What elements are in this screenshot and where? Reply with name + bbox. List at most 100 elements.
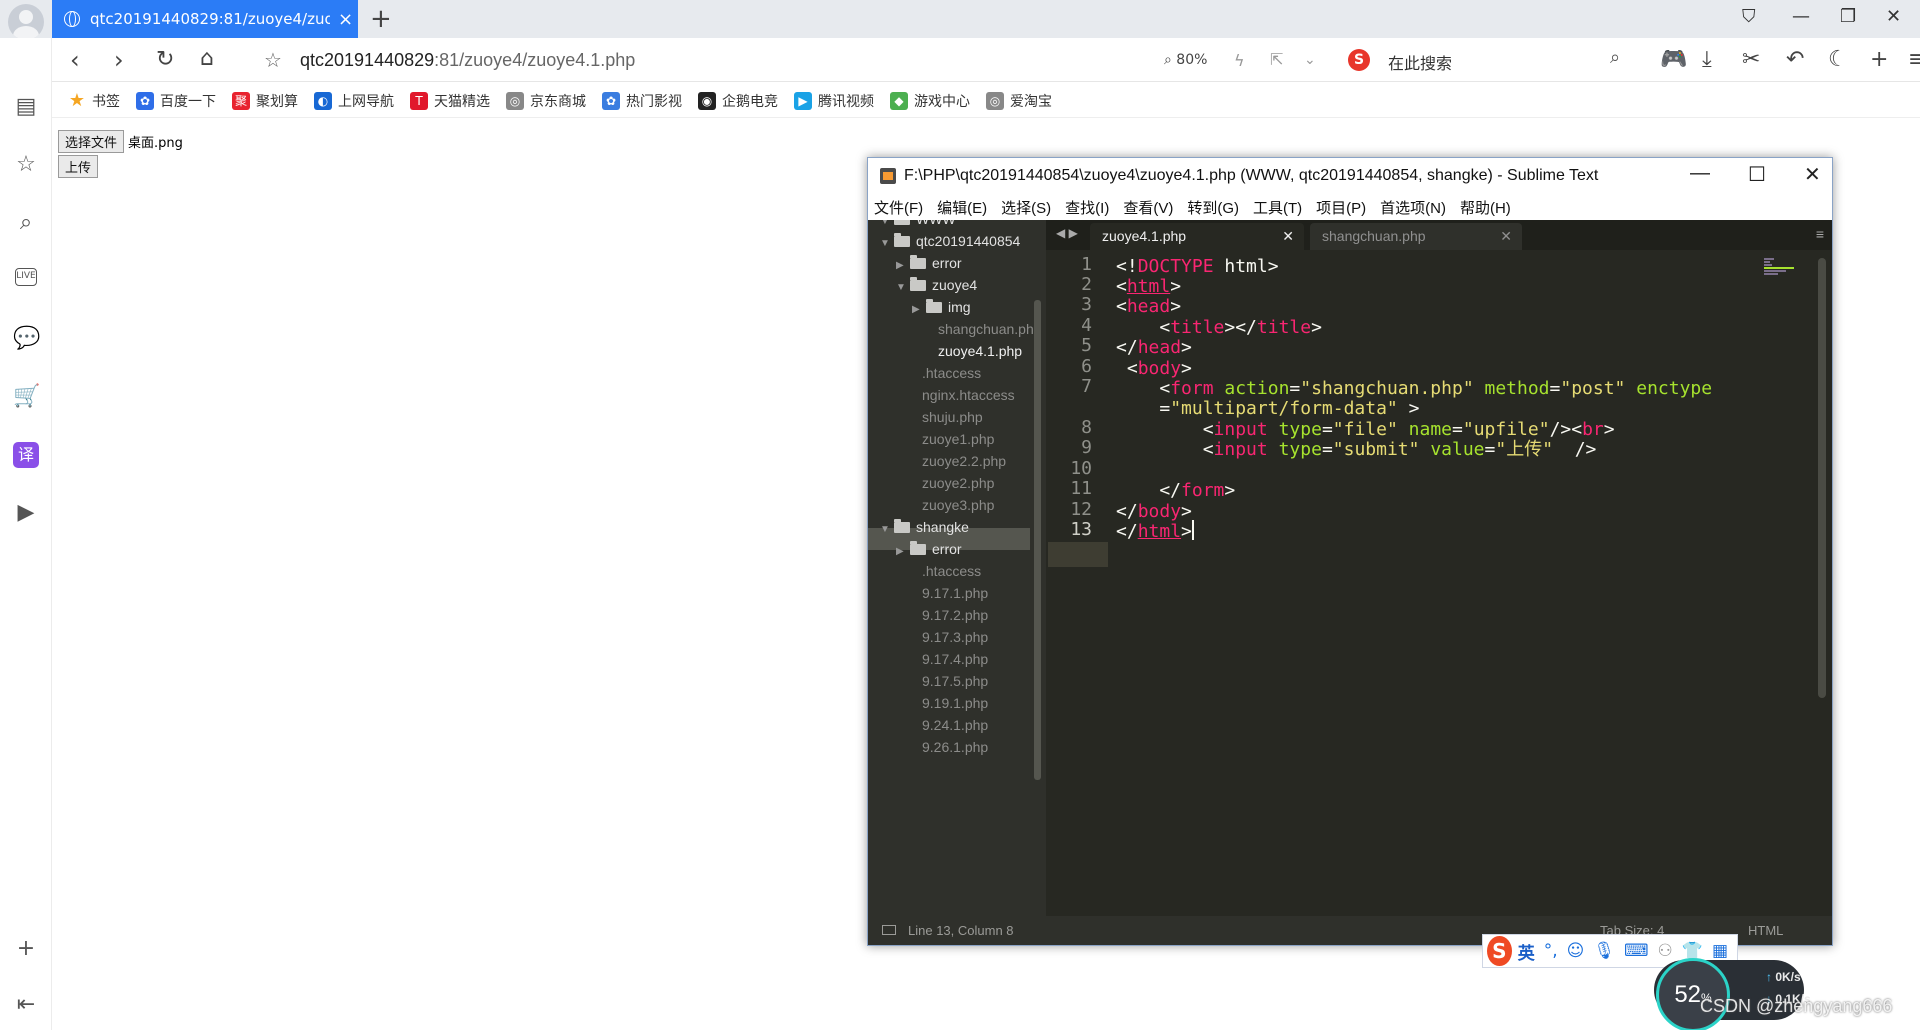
choose-file-button[interactable]: 选择文件: [58, 130, 125, 153]
chevron-down-icon[interactable]: ⌄: [1304, 52, 1316, 68]
keyboard-icon[interactable]: ⌨: [1624, 941, 1649, 961]
tree-file-item[interactable]: 9.17.1.php: [922, 582, 988, 604]
url-field[interactable]: qtc20191440829:81/zuoye4/zuoye4.1.php: [300, 50, 635, 71]
tree-folder-item[interactable]: ▼WWW: [880, 220, 956, 230]
tree-file-item[interactable]: shangchuan.php: [938, 318, 1042, 340]
video-player-icon[interactable]: ▶: [13, 500, 39, 526]
microphone-icon[interactable]: 🎙: [1593, 941, 1615, 961]
undo-icon[interactable]: ↶: [1786, 47, 1804, 72]
monitor-icon[interactable]: [882, 925, 896, 935]
sublime-menu-item[interactable]: 项目(P): [1316, 197, 1366, 218]
tree-file-item[interactable]: .htaccess: [922, 560, 981, 582]
tree-file-item[interactable]: 9.17.5.php: [922, 670, 988, 692]
ime-language-toggle[interactable]: 英: [1518, 939, 1535, 964]
share-icon[interactable]: ⇱: [1270, 50, 1283, 69]
tree-file-item[interactable]: zuoye4.1.php: [938, 340, 1022, 362]
editor-scrollbar[interactable]: [1818, 258, 1826, 698]
shirt-skin-icon[interactable]: ⛉: [1742, 6, 1756, 27]
sogou-ime-logo[interactable]: S: [1487, 936, 1512, 966]
tree-file-item[interactable]: 9.26.1.php: [922, 736, 988, 758]
sublime-menu-item[interactable]: 选择(S): [1001, 197, 1051, 218]
memory-usage-gauge[interactable]: 52%: [1656, 958, 1730, 1030]
collapse-sidebar-icon[interactable]: ⇤: [13, 992, 39, 1018]
tree-file-item[interactable]: nginx.htaccess: [922, 384, 1015, 406]
sublime-menu-item[interactable]: 首选项(N): [1380, 197, 1446, 218]
bookmark-item[interactable]: ◎ 爱淘宝: [986, 91, 1052, 111]
scissors-icon[interactable]: ✂: [1742, 47, 1760, 72]
star-bookmark-icon[interactable]: ☆: [264, 48, 282, 72]
sublime-menu-item[interactable]: 帮助(H): [1460, 197, 1511, 218]
flash-icon[interactable]: ϟ: [1234, 51, 1245, 70]
minimize-button[interactable]: —: [1792, 6, 1810, 27]
search-input[interactable]: 在此搜索: [1388, 50, 1452, 74]
minimap[interactable]: [1764, 258, 1804, 288]
game-controller-icon[interactable]: 🎮: [1660, 47, 1687, 72]
tree-folder-item[interactable]: ▶ img: [912, 296, 971, 318]
home-icon[interactable]: ⌂: [200, 46, 214, 71]
sublime-maximize-button[interactable]: ☐: [1748, 162, 1766, 187]
tree-folder-item[interactable]: ▼ zuoye4: [896, 274, 977, 296]
sublime-menu-item[interactable]: 工具(T): [1253, 197, 1302, 218]
chevron-down-icon[interactable]: ▼: [880, 233, 890, 255]
tree-file-item[interactable]: .htaccess: [922, 362, 981, 384]
close-icon[interactable]: ✕: [1500, 223, 1512, 249]
tree-file-item[interactable]: zuoye2.2.php: [922, 450, 1006, 472]
chevron-right-icon[interactable]: ▶: [896, 541, 906, 563]
bookmark-item[interactable]: ✿ 热门影视: [602, 91, 682, 111]
tree-file-item[interactable]: zuoye1.php: [922, 428, 994, 450]
sublime-close-button[interactable]: ✕: [1804, 162, 1821, 187]
reload-icon[interactable]: ↻: [156, 47, 174, 72]
tab-overflow-menu-icon[interactable]: ≡: [1816, 226, 1824, 242]
zoom-indicator[interactable]: ⌕ 80%: [1164, 52, 1207, 68]
browser-tab-active[interactable]: qtc20191440829:81/zuoye4/zuoye4.1.php ×: [52, 0, 358, 38]
tab-nav-arrows-icon[interactable]: ◀ ▶: [1056, 226, 1078, 240]
sublime-menu-item[interactable]: 查看(V): [1123, 197, 1173, 218]
sublime-menu-item[interactable]: 文件(F): [874, 197, 923, 218]
add-icon[interactable]: +: [1870, 47, 1888, 72]
tree-file-item[interactable]: 9.17.3.php: [922, 626, 988, 648]
punctuation-icon[interactable]: °,: [1544, 941, 1558, 961]
night-mode-icon[interactable]: ☾: [1828, 47, 1848, 72]
shopping-cart-icon[interactable]: 🛒: [13, 384, 40, 410]
sidebar-scrollbar[interactable]: [1034, 300, 1041, 780]
tree-file-item[interactable]: shuju.php: [922, 406, 983, 428]
new-tab-button[interactable]: +: [370, 4, 392, 34]
sidebar-add-icon[interactable]: +: [13, 936, 39, 962]
tree-folder-item[interactable]: ▶ error: [896, 252, 962, 274]
tree-file-item[interactable]: 9.24.1.php: [922, 714, 988, 736]
tree-folder-item[interactable]: ▶ error: [896, 538, 962, 560]
editor-tab-zuoye4[interactable]: zuoye4.1.php ✕: [1090, 223, 1304, 250]
emoji-icon[interactable]: ☺: [1567, 941, 1585, 961]
forward-icon[interactable]: ›: [114, 46, 124, 74]
tree-file-item[interactable]: zuoye3.php: [922, 494, 994, 516]
syntax-indicator[interactable]: HTML: [1748, 916, 1783, 945]
bookmark-item[interactable]: ★ 书签: [68, 91, 120, 111]
user-icon[interactable]: ⚇: [1658, 941, 1673, 961]
tree-file-item[interactable]: 9.17.4.php: [922, 648, 988, 670]
bookmark-item[interactable]: ◐ 上网导航: [314, 91, 394, 111]
sublime-menu-item[interactable]: 查找(I): [1065, 197, 1109, 218]
live-icon[interactable]: LIVE: [15, 268, 37, 286]
tab-close-button[interactable]: ×: [338, 9, 353, 30]
close-icon[interactable]: ✕: [1282, 223, 1294, 249]
chevron-down-icon[interactable]: ▼: [896, 277, 906, 299]
sublime-menu-item[interactable]: 编辑(E): [937, 197, 987, 218]
translate-icon[interactable]: 译: [13, 442, 39, 468]
search-box[interactable]: S 在此搜索 ⌕: [1348, 47, 1630, 75]
upload-submit-button[interactable]: 上传: [58, 155, 99, 178]
bookmark-item[interactable]: ▶ 腾讯视频: [794, 91, 874, 111]
bookmark-item[interactable]: ◉ 企鹅电竞: [698, 91, 778, 111]
tree-file-item[interactable]: 9.19.1.php: [922, 692, 988, 714]
back-icon[interactable]: ‹: [70, 46, 80, 74]
tree-file-item[interactable]: 9.17.2.php: [922, 604, 988, 626]
reading-list-icon[interactable]: ▤: [13, 94, 39, 120]
tree-folder-item[interactable]: ▼ qtc20191440854: [880, 230, 1020, 252]
toolbox-grid-icon[interactable]: ▦: [1712, 941, 1728, 961]
favorites-star-icon[interactable]: ☆: [13, 152, 39, 178]
menu-icon[interactable]: ≡: [1908, 47, 1920, 72]
bookmark-item[interactable]: ◎ 京东商城: [506, 91, 586, 111]
tree-folder-item[interactable]: ▼ shangke: [880, 516, 969, 538]
search-sidebar-icon[interactable]: ⌕: [13, 210, 39, 236]
chevron-right-icon[interactable]: ▶: [912, 299, 922, 321]
sublime-menu-item[interactable]: 转到(G): [1187, 197, 1239, 218]
